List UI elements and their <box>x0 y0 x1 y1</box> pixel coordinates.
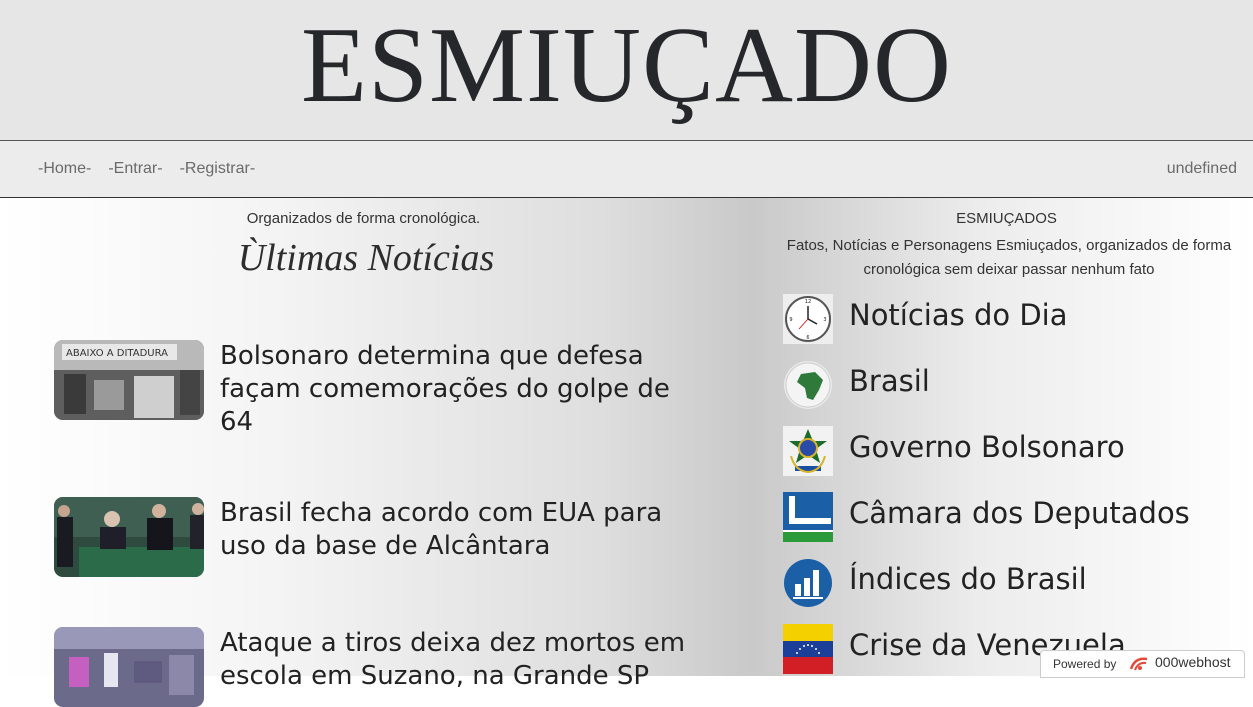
category-indices-do-brasil[interactable]: Índices do Brasil <box>783 558 1243 608</box>
category-label[interactable]: Governo Bolsonaro <box>849 430 1125 464</box>
navbar: -Home- -Entrar- -Registrar- undefined <box>0 141 1253 198</box>
bar-chart-icon <box>784 559 832 607</box>
nav-home-link[interactable]: -Home- <box>38 160 91 178</box>
news-title[interactable]: Bolsonaro determina que defesa façam com… <box>220 340 690 439</box>
school-photo-icon <box>54 627 204 707</box>
nav-login-link[interactable]: -Entrar- <box>108 160 162 178</box>
svg-text:9: 9 <box>789 317 792 323</box>
sidebar-heading: ESMIUÇADOS <box>956 210 1057 227</box>
clock-icon: 12 3 6 9 <box>783 294 833 344</box>
news-item-alcantara[interactable]: Brasil fecha acordo com EUA para uso da … <box>54 497 694 577</box>
category-brasil[interactable]: Brasil <box>783 360 1243 410</box>
news-title[interactable]: Brasil fecha acordo com EUA para uso da … <box>220 497 690 563</box>
nav-register-link[interactable]: -Registrar- <box>180 160 256 178</box>
webhost-logo-icon <box>1129 657 1148 671</box>
coat-of-arms-icon <box>783 426 833 476</box>
svg-text:12: 12 <box>805 299 811 305</box>
news-thumbnail[interactable] <box>54 497 204 577</box>
user-name: undefined <box>1166 160 1237 177</box>
masthead: ESMIUÇADO <box>0 0 1253 141</box>
svg-text:3: 3 <box>823 317 826 323</box>
powered-by-label: Powered by <box>1053 657 1117 671</box>
news-title[interactable]: Ataque a tiros deixa dez mortos em escol… <box>220 627 690 693</box>
news-thumbnail[interactable]: ABAIXO A DITADURA <box>54 340 204 420</box>
category-governo-bolsonaro[interactable]: Governo Bolsonaro <box>783 426 1243 476</box>
sidebar-description: Fatos, Notícias e Personagens Esmiuçados… <box>786 237 1232 278</box>
protest-photo-icon: ABAIXO A DITADURA <box>54 340 204 420</box>
news-subtitle: Organizados de forma cronológica. <box>246 210 481 227</box>
venezuela-flag-icon <box>783 624 833 674</box>
category-label[interactable]: Câmara dos Deputados <box>849 496 1190 530</box>
svg-text:ABAIXO A DITADURA: ABAIXO A DITADURA <box>66 348 168 359</box>
category-label[interactable]: Índices do Brasil <box>849 562 1087 596</box>
category-label[interactable]: Brasil <box>849 364 930 398</box>
main-content: Organizados de forma cronológica. Ùltima… <box>0 198 1253 707</box>
category-label[interactable]: Notícias do Dia <box>849 298 1068 332</box>
globe-icon <box>784 361 832 409</box>
chamber-icon <box>783 492 833 542</box>
site-logo[interactable]: ESMIUÇADO <box>0 10 1253 122</box>
category-noticias-do-dia[interactable]: 12 3 6 9 Notícias do Dia <box>783 294 1243 344</box>
news-item-suzano[interactable]: Ataque a tiros deixa dez mortos em escol… <box>54 627 694 707</box>
news-thumbnail[interactable] <box>54 627 204 707</box>
news-item-golpe[interactable]: ABAIXO A DITADURA Bolsonaro determina qu… <box>54 340 694 440</box>
signing-photo-icon <box>54 497 204 577</box>
news-section-title: Ùltimas Notícias <box>237 237 495 279</box>
category-camara-dos-deputados[interactable]: Câmara dos Deputados <box>783 492 1243 542</box>
webhost-brand: 000webhost <box>1155 654 1231 670</box>
nav-links: -Home- -Entrar- -Registrar- <box>38 160 255 178</box>
hosting-badge[interactable]: Powered by 000webhost <box>1040 650 1245 678</box>
svg-text:6: 6 <box>806 335 809 341</box>
